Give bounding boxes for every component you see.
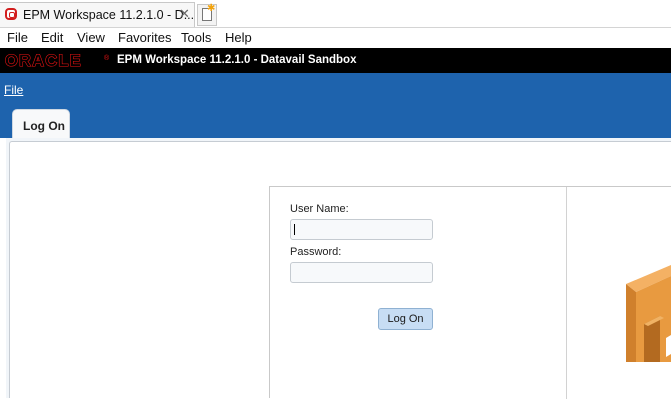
- oracle-o-icon: [5, 8, 17, 20]
- brand-bar: ORACLE ® EPM Workspace 11.2.1.0 - Datavai…: [0, 48, 671, 73]
- tab-log-on-label: Log On: [23, 119, 65, 133]
- menu-view[interactable]: View: [77, 30, 105, 45]
- menu-favorites[interactable]: Favorites: [118, 30, 171, 45]
- log-on-button[interactable]: Log On: [378, 308, 433, 330]
- password-input[interactable]: [290, 262, 433, 283]
- app-header: File Log On: [0, 73, 671, 138]
- browser-tab-strip: EPM Workspace 11.2.1.0 - D... ✕ ✱: [0, 0, 671, 28]
- text-caret: [294, 224, 295, 235]
- browser-menu-bar: File Edit View Favorites Tools Help: [0, 28, 671, 48]
- spark-icon: ✱: [207, 3, 216, 14]
- oracle-logo: ORACLE ®: [4, 52, 110, 70]
- panel-divider: [566, 187, 567, 399]
- tab-log-on[interactable]: Log On: [12, 109, 70, 138]
- username-input[interactable]: [290, 219, 433, 240]
- username-label: User Name:: [290, 203, 349, 215]
- menu-file[interactable]: File: [7, 30, 28, 45]
- orange-3d-block-illustration: [626, 265, 671, 362]
- app-title: EPM Workspace 11.2.1.0 - Datavail Sandbo…: [117, 54, 357, 66]
- password-label: Password:: [290, 246, 342, 258]
- menu-help[interactable]: Help: [225, 30, 252, 45]
- tab-close-icon[interactable]: ✕: [179, 6, 190, 22]
- menu-tools[interactable]: Tools: [181, 30, 211, 45]
- menu-edit[interactable]: Edit: [41, 30, 63, 45]
- new-tab-button[interactable]: ✱: [197, 3, 217, 26]
- app-file-menu[interactable]: File: [4, 83, 23, 97]
- login-panel: User Name: Password: Log On: [269, 186, 671, 399]
- browser-tab[interactable]: EPM Workspace 11.2.1.0 - D... ✕: [0, 2, 195, 28]
- browser-tab-title: EPM Workspace 11.2.1.0 - D...: [23, 8, 195, 22]
